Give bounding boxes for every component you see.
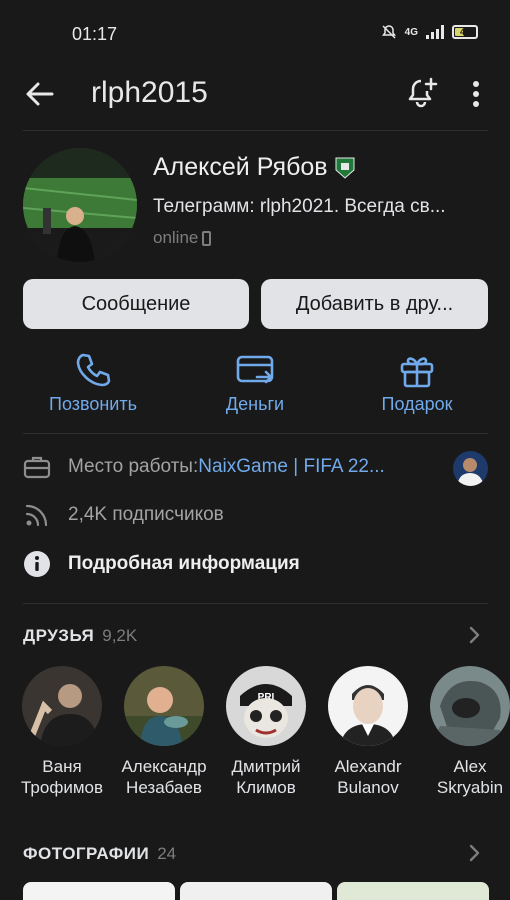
- work-row[interactable]: Место работы: NaixGame | FIFA 22...: [23, 453, 385, 481]
- photo-thumbnail[interactable]: [23, 882, 175, 900]
- info-icon: [24, 551, 50, 577]
- status-time: 01:17: [72, 24, 118, 44]
- status-icons: 4G 41: [381, 24, 478, 40]
- profile-name: Алексей Рябов: [153, 153, 328, 181]
- status-bar: 01:17 4G 41: [0, 0, 510, 66]
- money-card-icon: [236, 355, 274, 384]
- friend-item[interactable]: Alexandr Bulanov: [318, 666, 418, 798]
- followers-row[interactable]: 2,4K подписчиков: [23, 501, 224, 529]
- friend-name: Дмитрий Климов: [231, 757, 301, 797]
- divider: [23, 130, 488, 131]
- battery-icon: 41: [452, 25, 478, 39]
- profile-avatar[interactable]: [23, 148, 137, 262]
- friend-item[interactable]: PRI Дмитрий Климов: [216, 666, 316, 798]
- back-arrow-icon[interactable]: [24, 78, 56, 110]
- profile-name-row: Алексей Рябов: [153, 153, 356, 182]
- photos-count: 24: [157, 844, 177, 863]
- friend-item[interactable]: Александр Незабаев: [114, 666, 214, 798]
- call-action[interactable]: Позвонить: [18, 350, 168, 415]
- followers-count: 2,4K подписчиков: [68, 504, 224, 525]
- briefcase-icon: [23, 456, 51, 479]
- more-options-icon[interactable]: [466, 78, 486, 110]
- photo-thumbnail[interactable]: [180, 882, 332, 900]
- friend-avatar: [22, 666, 102, 746]
- friend-avatar: PRI: [226, 666, 306, 746]
- friend-item[interactable]: Alex Skryabin: [420, 666, 510, 798]
- friends-header[interactable]: ДРУЗЬЯ 9,2K: [23, 626, 137, 646]
- friend-item[interactable]: Ваня Трофимов: [12, 666, 112, 798]
- money-action[interactable]: Деньги: [180, 350, 330, 415]
- signal-icon: [426, 25, 444, 39]
- club-badge-icon: [335, 157, 355, 179]
- details-row[interactable]: Подробная информация: [23, 550, 300, 578]
- online-status: online: [153, 228, 212, 248]
- gift-icon: [400, 357, 434, 388]
- subscribe-bell-icon[interactable]: [404, 75, 440, 111]
- friend-avatar: [430, 666, 510, 746]
- work-link[interactable]: NaixGame | FIFA 22...: [198, 456, 385, 478]
- work-avatar: [453, 451, 488, 486]
- mute-bell-icon: [381, 25, 396, 39]
- photo-thumbnail[interactable]: [337, 882, 489, 900]
- money-label: Деньги: [225, 394, 285, 414]
- call-label: Позвонить: [49, 394, 137, 414]
- divider: [23, 603, 488, 604]
- friend-avatar: [124, 666, 204, 746]
- message-button[interactable]: Сообщение: [23, 279, 249, 329]
- signal-label: 4G: [404, 26, 418, 38]
- gift-action[interactable]: Подарок: [342, 350, 492, 415]
- profile-status[interactable]: Телеграмм: rlph2021. Всегда св...: [153, 196, 483, 218]
- mobile-icon: [202, 230, 212, 246]
- rss-followers-icon: [25, 504, 48, 527]
- top-bar: rlph2015: [0, 66, 510, 124]
- page-title: rlph2015: [91, 76, 208, 109]
- divider: [23, 433, 488, 434]
- friend-name: Alex Skryabin: [436, 757, 504, 797]
- friend-avatar: [328, 666, 408, 746]
- friend-name: Ваня Трофимов: [21, 757, 103, 797]
- friends-chevron-right-icon[interactable]: [466, 625, 484, 645]
- phone-icon: [76, 353, 111, 387]
- details-label: Подробная информация: [68, 553, 300, 574]
- friends-title: ДРУЗЬЯ: [23, 626, 95, 645]
- photos-chevron-right-icon[interactable]: [466, 843, 484, 863]
- friend-name: Александр Незабаев: [121, 757, 207, 797]
- photos-header[interactable]: ФОТОГРАФИИ 24: [23, 844, 176, 864]
- work-label: Место работы:: [68, 456, 199, 477]
- add-friend-button[interactable]: Добавить в дру...: [261, 279, 488, 329]
- friend-name: Alexandr Bulanov: [334, 757, 402, 797]
- gift-label: Подарок: [381, 394, 453, 414]
- battery-level: 41: [459, 27, 470, 37]
- photos-title: ФОТОГРАФИИ: [23, 844, 150, 863]
- friends-count: 9,2K: [102, 626, 138, 645]
- online-label: online: [153, 228, 199, 247]
